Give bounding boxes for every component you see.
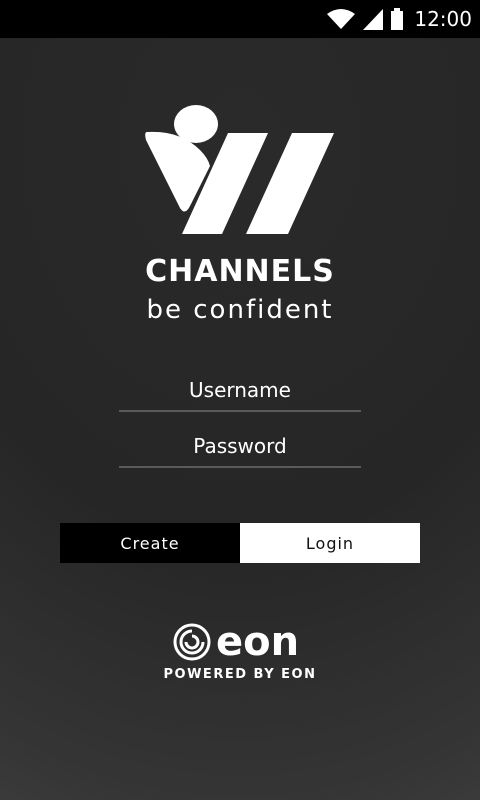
create-button[interactable]: Create (60, 523, 240, 563)
wifi-icon (327, 9, 356, 29)
login-button[interactable]: Login (240, 523, 420, 563)
eon-logo-icon (173, 623, 211, 661)
status-icons: 12:00 (326, 0, 472, 38)
username-field (119, 370, 361, 412)
cellular-signal-icon (363, 9, 384, 30)
brand-title: CHANNELS (145, 254, 335, 289)
brand-tagline: be confident (146, 295, 334, 325)
action-buttons: Create Login (60, 523, 420, 563)
powered-by-text: POWERED BY EON (163, 667, 317, 682)
battery-icon (391, 8, 404, 30)
username-input[interactable] (119, 370, 361, 410)
eon-wordmark: eon (216, 619, 300, 665)
eon-logo: eon (172, 622, 299, 662)
login-screen: 12:00 CHANNELS be confident Create Login… (0, 0, 480, 800)
channels-logo-icon (145, 105, 334, 234)
status-bar: 12:00 (0, 0, 480, 38)
clock: 12:00 (414, 7, 472, 31)
password-input[interactable] (119, 426, 361, 466)
password-field (119, 426, 361, 468)
